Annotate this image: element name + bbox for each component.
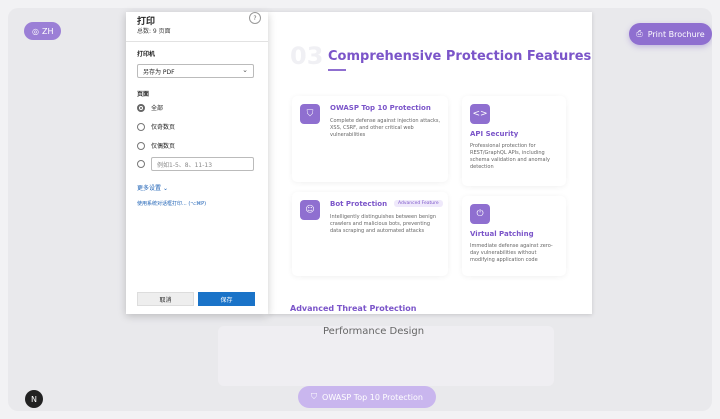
- card-bot: ☺ Bot Protection Advanced Feature Intell…: [292, 192, 448, 276]
- divider: [126, 41, 268, 42]
- section-title: Comprehensive Protection Features: [328, 49, 592, 64]
- printer-select-value: 另存为 PDF: [143, 68, 175, 76]
- card-owasp: ⛉ OWASP Top 10 Protection Complete defen…: [292, 96, 448, 182]
- dialog-page-count: 总数: 9 页面: [137, 28, 171, 35]
- owasp-pill-label: OWASP Top 10 Protection: [322, 392, 423, 402]
- save-button[interactable]: 保存: [198, 292, 255, 306]
- advanced-feature-badge: Advanced Feature: [394, 200, 443, 207]
- next-logo-badge[interactable]: N: [25, 390, 43, 408]
- robot-icon: ☺: [300, 200, 320, 220]
- language-toggle[interactable]: ◎ ZH: [24, 22, 62, 40]
- card-title: API Security: [470, 130, 519, 138]
- power-icon: ⏻: [470, 204, 490, 224]
- globe-icon: ◎: [32, 26, 39, 36]
- section-underline: [328, 69, 346, 71]
- print-dialog: 打印 总数: 9 页面 ? 打印机 另存为 PDF ⌄ 页面 全部 仅奇数页 仅…: [126, 12, 268, 314]
- card-desc: Intelligently distinguishes between beni…: [330, 214, 436, 234]
- radio-checked[interactable]: [137, 103, 145, 112]
- performance-design-text: Performance Design: [323, 326, 425, 337]
- chevron-down-icon: ⌄: [162, 185, 168, 192]
- pages-label: 页面: [137, 91, 150, 98]
- shield-icon: ⛉: [300, 104, 320, 124]
- pages-option-odd[interactable]: 仅奇数页: [137, 122, 175, 131]
- card-title: Virtual Patching: [470, 230, 534, 238]
- card-virtual-patching: ⏻ Virtual Patching Immediate defense aga…: [462, 196, 566, 276]
- help-icon[interactable]: ?: [249, 12, 261, 24]
- option-label: 仅奇数页: [151, 124, 176, 131]
- section-number: 03: [290, 42, 324, 70]
- shield-icon: ⛉: [311, 392, 318, 401]
- radio[interactable]: [137, 160, 145, 168]
- radio[interactable]: [137, 122, 145, 131]
- radio[interactable]: [137, 141, 145, 150]
- more-settings-link[interactable]: 更多设置 ⌄: [137, 183, 168, 192]
- card-desc: Complete defense against injection attac…: [330, 118, 441, 138]
- pages-option-custom[interactable]: [137, 160, 145, 168]
- cancel-button[interactable]: 取消: [137, 292, 194, 306]
- system-dialog-link[interactable]: 使用系统对话框打印... (⌥⌘P): [137, 200, 206, 207]
- printer-select[interactable]: 另存为 PDF ⌄: [137, 64, 254, 78]
- pages-option-all[interactable]: 全部: [137, 103, 163, 112]
- language-label: ZH: [41, 26, 54, 36]
- card-title: OWASP Top 10 Protection: [330, 104, 431, 112]
- printer-icon: ⎙: [636, 29, 643, 38]
- option-label: 全部: [151, 105, 164, 112]
- print-brochure-label: Print Brochure: [647, 29, 705, 39]
- option-label: 仅偶数页: [151, 143, 176, 150]
- pages-option-even[interactable]: 仅偶数页: [137, 141, 175, 150]
- chevron-down-icon: ⌄: [242, 66, 248, 74]
- page-range-input[interactable]: 例如1-5、8、11-13: [151, 157, 254, 171]
- print-preview[interactable]: 03 Comprehensive Protection Features ⛉ O…: [268, 12, 592, 314]
- card-api: <> API Security Professional protection …: [462, 96, 566, 186]
- more-settings-label: 更多设置: [137, 185, 162, 192]
- owasp-pill-button[interactable]: ⛉ OWASP Top 10 Protection: [298, 386, 436, 408]
- card-title: Bot Protection: [330, 200, 388, 208]
- card-desc: Immediate defense against zero-day vulne…: [470, 243, 553, 263]
- code-icon: <>: [470, 104, 490, 124]
- print-brochure-button[interactable]: ⎙ Print Brochure: [629, 23, 712, 45]
- card-desc: Professional protection for REST/GraphQL…: [470, 143, 550, 170]
- advanced-threat-heading: Advanced Threat Protection: [290, 304, 417, 313]
- printer-label: 打印机: [137, 51, 156, 58]
